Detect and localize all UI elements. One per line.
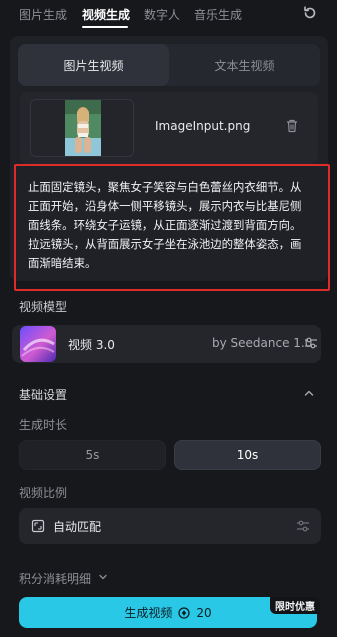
basic-settings-title: 基础设置 [19,388,68,402]
generate-label: 生成视频 [124,606,173,620]
tab-image-generation[interactable]: 图片生成 [19,6,67,23]
video-model-selector[interactable]: 视频 3.0 by Seedance 1.0 [12,325,321,363]
ratio-label: 视频比例 [19,486,68,500]
limited-offer-badge: 限时优惠 [270,597,320,614]
prompt-textarea[interactable]: 止面固定镜头，聚焦女子笑容与白色蕾丝内衣细节。从正面开始，沿身体一侧平移镜头，展… [20,168,320,270]
chevron-down-icon[interactable] [97,571,109,583]
ratio-selector[interactable]: 自动匹配 [19,508,321,544]
uploaded-filename: ImageInput.png [155,119,251,133]
duration-10s-button[interactable]: 10s [174,440,321,470]
model-provider: by Seedance 1.0 [212,336,313,350]
tab-video-generation[interactable]: 视频生成 [82,6,130,23]
tab-music-generation[interactable]: 音乐生成 [194,6,242,23]
chevron-up-icon[interactable] [302,386,316,400]
uploaded-image-thumbnail[interactable] [30,99,134,157]
ratio-value: 自动匹配 [53,520,102,534]
image-thumbnail-graphic [31,100,133,156]
refresh-icon[interactable] [301,4,319,22]
coin-icon [178,606,191,619]
mode-image-to-video-button[interactable]: 图片生视频 [18,44,169,86]
credits-detail-toggle[interactable]: 积分消耗明细 [19,570,91,587]
generate-cost: 20 [196,605,212,620]
top-tabs: 图片生成 视频生成 数字人 音乐生成 [0,0,337,28]
sliders-icon[interactable] [295,518,311,534]
duration-5s-button[interactable]: 5s [19,440,166,470]
mode-text-to-video-button[interactable]: 文本生视频 [169,44,320,86]
input-panel: 图片生视频 文本生视频 ImageInput.png 止面固定镜头，聚焦女子笑容… [10,36,328,281]
aspect-ratio-icon [31,519,45,533]
model-thumbnail [20,326,56,362]
video-model-label: 视频模型 [19,300,68,314]
duration-label: 生成时长 [19,418,68,432]
model-name: 视频 3.0 [68,338,115,352]
active-tab-indicator [82,26,128,28]
uploaded-image-row: ImageInput.png [20,92,318,164]
sliders-icon[interactable] [303,335,319,351]
tab-digital-human[interactable]: 数字人 [144,6,180,23]
trash-icon[interactable] [284,118,300,134]
mode-switch: 图片生视频 文本生视频 [18,44,320,86]
